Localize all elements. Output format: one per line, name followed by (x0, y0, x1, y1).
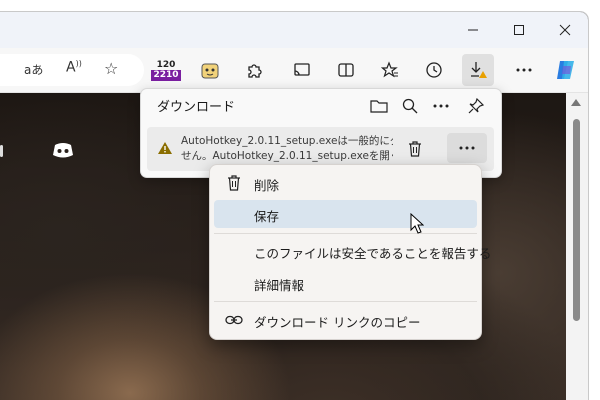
trash-icon (409, 141, 421, 157)
more-icon (516, 68, 532, 72)
pin-button[interactable] (463, 93, 489, 119)
download-item-more-button[interactable] (447, 133, 487, 163)
address-bar[interactable]: aあ A)) ☆ (0, 54, 144, 86)
left-edge-glyph (0, 145, 3, 157)
mouse-cursor-icon (410, 213, 424, 234)
downloads-title: ダウンロード (157, 100, 236, 115)
menu-item-label: 削除 (254, 178, 280, 193)
mascot-icon (201, 63, 219, 79)
close-icon (559, 24, 571, 36)
minimize-button[interactable] (450, 12, 496, 48)
warning-icon (158, 142, 172, 154)
copilot-button[interactable] (550, 54, 582, 86)
more-icon (433, 104, 449, 108)
menu-item-copy-link[interactable]: ダウンロード リンクのコピー (214, 306, 477, 334)
vertical-scrollbar[interactable] (566, 93, 588, 400)
menu-item-report-safe[interactable]: このファイルは安全であることを報告する (214, 237, 491, 265)
pin-icon (468, 98, 484, 114)
delete-download-button[interactable] (403, 137, 427, 161)
trash-icon (224, 174, 244, 192)
menu-item-label: このファイルは安全であることを報告する (254, 246, 492, 261)
split-screen-button[interactable] (330, 54, 362, 86)
search-downloads-button[interactable] (397, 93, 423, 119)
read-aloud-button[interactable]: aあ (24, 61, 43, 78)
title-bar (0, 12, 588, 48)
favorites-button[interactable] (374, 54, 406, 86)
discord-icon[interactable] (52, 141, 74, 159)
scroll-up-arrow[interactable] (571, 99, 581, 106)
favorite-star-icon[interactable]: ☆ (104, 59, 118, 78)
maximize-button[interactable] (496, 12, 542, 48)
folder-icon (370, 100, 388, 113)
link-icon (224, 311, 244, 329)
history-icon (426, 62, 442, 78)
menu-divider (214, 233, 477, 234)
settings-more-button[interactable] (508, 54, 540, 86)
favorites-icon (381, 61, 398, 78)
menu-item-details[interactable]: 詳細情報 (214, 269, 477, 297)
text-size-label: A (66, 59, 76, 76)
split-screen-icon (338, 63, 354, 77)
extensions-button[interactable] (238, 54, 270, 86)
cast-button[interactable] (286, 54, 318, 86)
cast-icon (294, 63, 310, 76)
downloads-button[interactable] (462, 54, 494, 86)
menu-divider (214, 301, 477, 302)
text-size-button[interactable]: A)) (66, 59, 82, 76)
download-warning-icon (471, 62, 487, 78)
menu-item-label: 保存 (254, 209, 280, 224)
counter-extension-button[interactable]: 120 2210 (150, 54, 182, 86)
close-window-button[interactable] (542, 12, 588, 48)
maximize-icon (514, 25, 524, 35)
more-icon (459, 146, 475, 150)
menu-item-save[interactable]: 保存 (214, 200, 477, 228)
download-context-menu: 削除 保存 このファイルは安全であることを報告する 詳細情報 ダウンロード リン… (209, 164, 491, 340)
download-item-text: AutoHotkey_2.0.11_setup.exeは一般的にダウンロードされ… (181, 134, 393, 164)
menu-item-label: ダウンロード リンクのコピー (254, 315, 421, 330)
history-button[interactable] (418, 54, 450, 86)
puzzle-icon (248, 64, 262, 78)
extension-mascot-button[interactable] (194, 54, 226, 86)
counter-bottom: 2210 (151, 69, 181, 81)
downloads-more-button[interactable] (428, 93, 454, 119)
download-item-line2: せん。AutoHotkey_2.0.11_setup.exeを開く前に信頼できる… (181, 150, 393, 162)
counter-top: 120 (156, 59, 176, 70)
open-folder-button[interactable] (366, 93, 392, 119)
minimize-icon (468, 29, 478, 31)
copilot-icon (557, 61, 574, 79)
menu-item-delete[interactable]: 削除 (214, 169, 477, 197)
download-item-line1: AutoHotkey_2.0.11_setup.exeは一般的にダウンロードされ… (181, 135, 393, 147)
search-icon (402, 98, 418, 114)
browser-toolbar: aあ A)) ☆ 120 2210 (0, 48, 588, 93)
scroll-thumb[interactable] (573, 119, 580, 321)
menu-item-label: 詳細情報 (254, 278, 305, 293)
